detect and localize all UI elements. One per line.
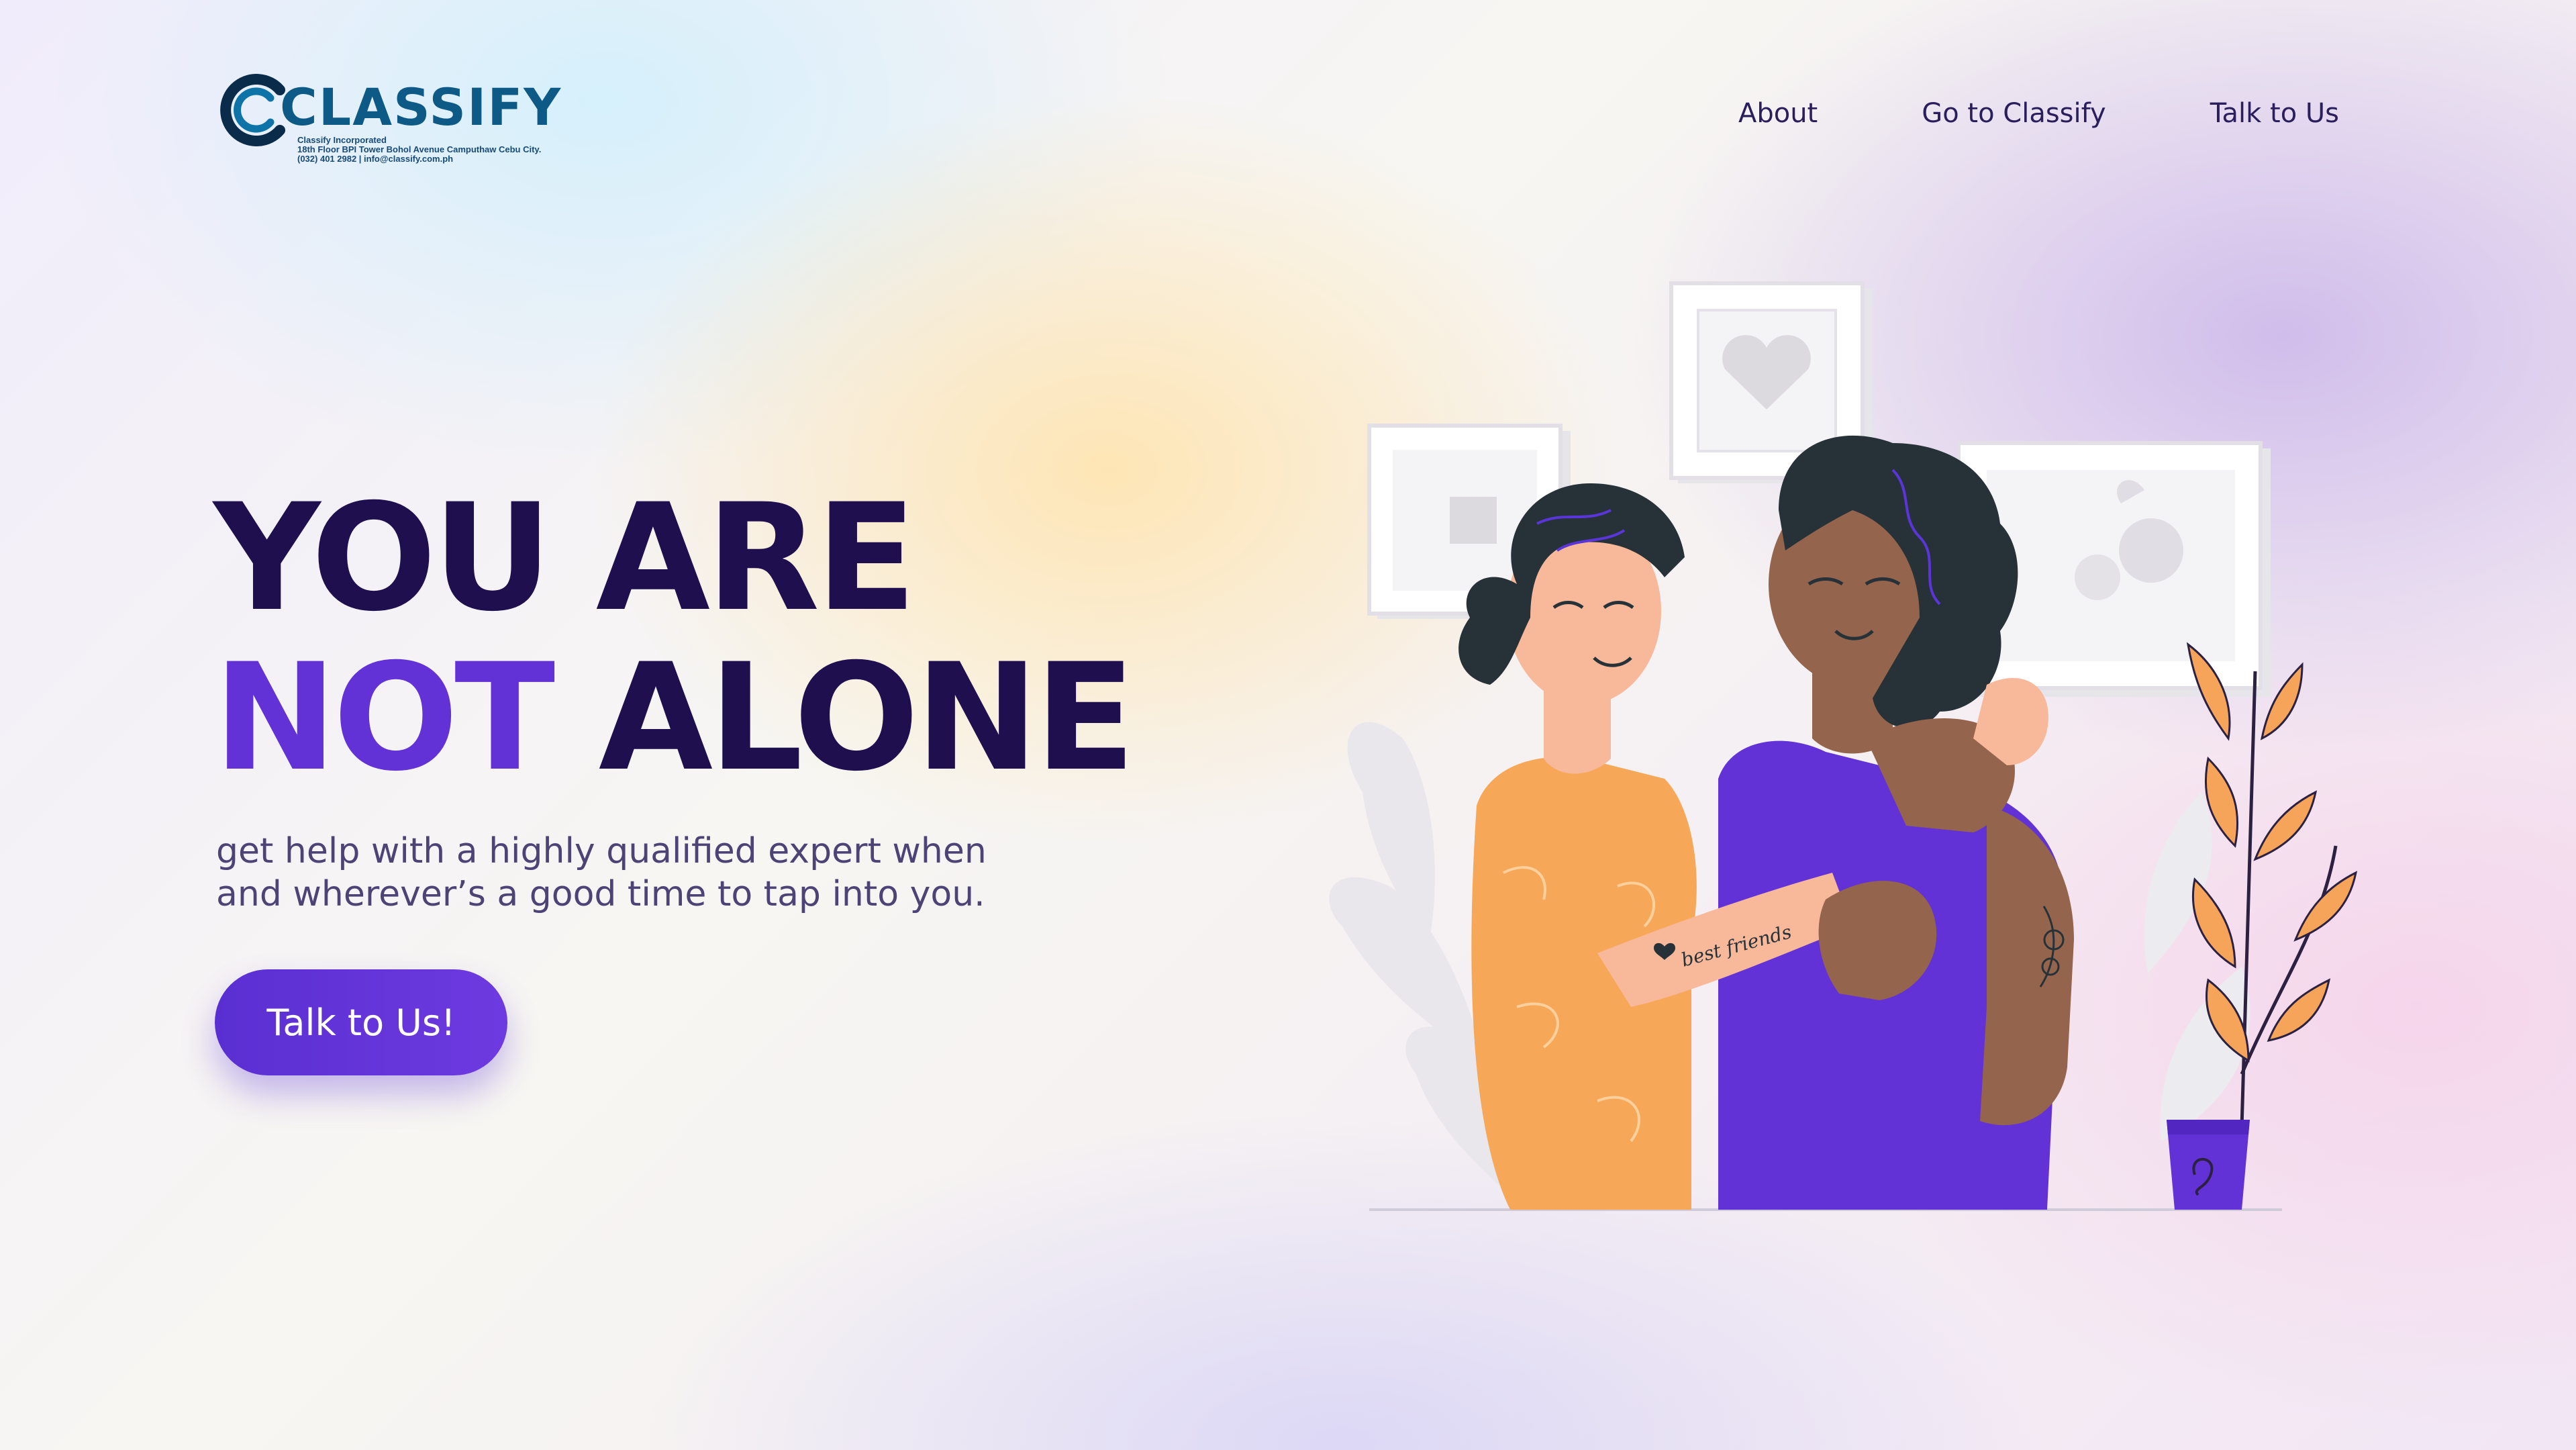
nav-talk-to-us-link[interactable]: Talk to Us xyxy=(2210,98,2339,129)
friends-hug-illustration: best friends xyxy=(1329,281,2358,1211)
top-nav: About Go to Classify Talk to Us xyxy=(1738,98,2339,129)
talk-to-us-button[interactable]: Talk to Us! xyxy=(215,969,507,1075)
hero-headline: YOU ARE NOT ALONE xyxy=(213,478,1136,798)
nav-go-to-classify-link[interactable]: Go to Classify xyxy=(1922,98,2106,129)
potted-plant-icon xyxy=(2167,642,2358,1210)
logo-address-line: 18th Floor BPI Tower Bohol Avenue Camput… xyxy=(297,144,542,154)
nav-about-link[interactable]: About xyxy=(1738,98,1818,129)
headline-accent-word: NOT xyxy=(213,632,555,804)
logo-wordmark: CLASSIFY xyxy=(280,77,562,137)
subtitle-line-2: and wherever’s a good time to tap into y… xyxy=(216,874,985,914)
headline-alone-word: ALONE xyxy=(598,632,1136,804)
subtitle-line-1: get help with a highly qualified expert … xyxy=(216,831,987,871)
logo-address: Classify Incorporated 18th Floor BPI Tow… xyxy=(297,136,541,164)
logo-company-line: Classify Incorporated xyxy=(297,135,387,145)
headline-line-1: YOU ARE xyxy=(213,472,917,644)
classify-logo[interactable]: CLASSIFY Classify Incorporated 18th Floo… xyxy=(218,67,567,168)
logo-contact-line: (032) 401 2982 | info@classify.com.ph xyxy=(297,154,454,164)
hero-subtitle: get help with a highly qualified expert … xyxy=(216,830,1089,916)
